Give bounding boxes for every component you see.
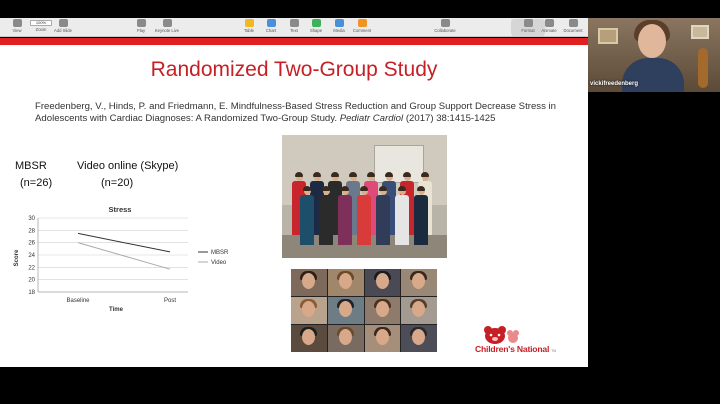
document-button[interactable]: Document [556, 19, 590, 33]
citation-journal: Pediatr Cardiol [339, 113, 404, 124]
photo-person [357, 195, 371, 245]
photo-person [338, 195, 352, 245]
slide-canvas[interactable]: Randomized Two-Group Study Freedenberg, … [0, 38, 588, 367]
add-slide-icon [58, 19, 68, 27]
group2-name: Video online (Skype) [77, 160, 179, 172]
keynote-toolbar: View 100% Zoom Add Slide Play Keynote Li… [0, 18, 588, 37]
comment-icon [357, 19, 367, 27]
logo-tm: TM [551, 349, 557, 353]
collaborate-button[interactable]: Collaborate [428, 19, 462, 33]
collaborate-icon [440, 19, 450, 27]
document-icon [568, 19, 578, 27]
video-tile [401, 325, 437, 352]
video-tile [327, 325, 364, 352]
x-tick-label: Baseline [66, 298, 90, 304]
childrens-national-logo: Children's National TM [475, 325, 575, 357]
group-photo [282, 135, 447, 258]
participant-name: vickifreedenberg [590, 81, 639, 87]
view-icon [12, 19, 22, 27]
chart-title: Stress [109, 205, 132, 214]
video-tile [364, 269, 401, 296]
photo-person [376, 195, 390, 245]
legend-label-video: Video [211, 260, 227, 266]
y-tick-label: 22 [28, 265, 35, 271]
photo-person [395, 195, 409, 245]
keynote-live-icon [162, 19, 172, 27]
text-icon [289, 19, 299, 27]
y-tick-label: 18 [28, 290, 35, 296]
chart-x-label: Time [109, 307, 124, 313]
video-tile [327, 269, 364, 296]
video-tile [401, 269, 437, 296]
photo-person [414, 195, 428, 245]
video-tile [327, 297, 364, 324]
photo-person [319, 195, 333, 245]
screen: View 100% Zoom Add Slide Play Keynote Li… [0, 0, 720, 404]
video-tile [291, 325, 327, 352]
slide-top-bar [0, 38, 588, 45]
citation-tail: (2017) 38:1415-1425 [405, 113, 496, 124]
y-tick-label: 20 [28, 278, 35, 284]
chart-icon [266, 19, 276, 27]
bear-logo-icon [484, 326, 519, 344]
stress-chart: 18 20 22 24 26 28 30 Baseline Post MBSR Video St… [14, 205, 229, 313]
chart-y-ticks: 18 20 22 24 26 28 30 [28, 216, 35, 296]
legend-label-mbsr: MBSR [211, 250, 229, 256]
group2-n: (n=20) [101, 177, 134, 189]
video-tile [291, 297, 327, 324]
add-slide-button[interactable]: Add Slide [46, 19, 80, 33]
animate-icon [544, 19, 554, 27]
chart-legend: MBSR Video [198, 250, 229, 266]
media-icon [334, 19, 344, 27]
video-tile [401, 297, 437, 324]
chart-x-ticks: Baseline Post [66, 298, 176, 304]
table-icon [244, 19, 254, 27]
citation: Freedenberg, V., Hinds, P. and Friedmann… [35, 101, 565, 125]
keynote-live-button[interactable]: Keynote Live [150, 19, 184, 33]
x-tick-label: Post [164, 298, 176, 304]
video-tile [364, 325, 401, 352]
group1-name: MBSR [15, 160, 47, 172]
y-tick-label: 24 [28, 253, 35, 259]
y-tick-label: 26 [28, 241, 35, 247]
video-tile [364, 297, 401, 324]
chart-grid [37, 217, 188, 293]
logo-text: Children's National [475, 344, 550, 354]
y-tick-label: 30 [28, 216, 35, 222]
chart-series [77, 232, 171, 270]
group1-n: (n=26) [20, 177, 53, 189]
series-line-video [77, 242, 171, 270]
video-call-grid [291, 269, 437, 352]
photo-person [300, 195, 314, 245]
shape-icon [311, 19, 321, 27]
comment-button[interactable]: Comment [345, 19, 379, 33]
y-tick-label: 28 [28, 228, 35, 234]
chart-y-label: Score [14, 249, 20, 266]
slide-title: Randomized Two-Group Study [150, 58, 438, 81]
video-tile [291, 269, 327, 296]
play-icon [136, 19, 146, 27]
